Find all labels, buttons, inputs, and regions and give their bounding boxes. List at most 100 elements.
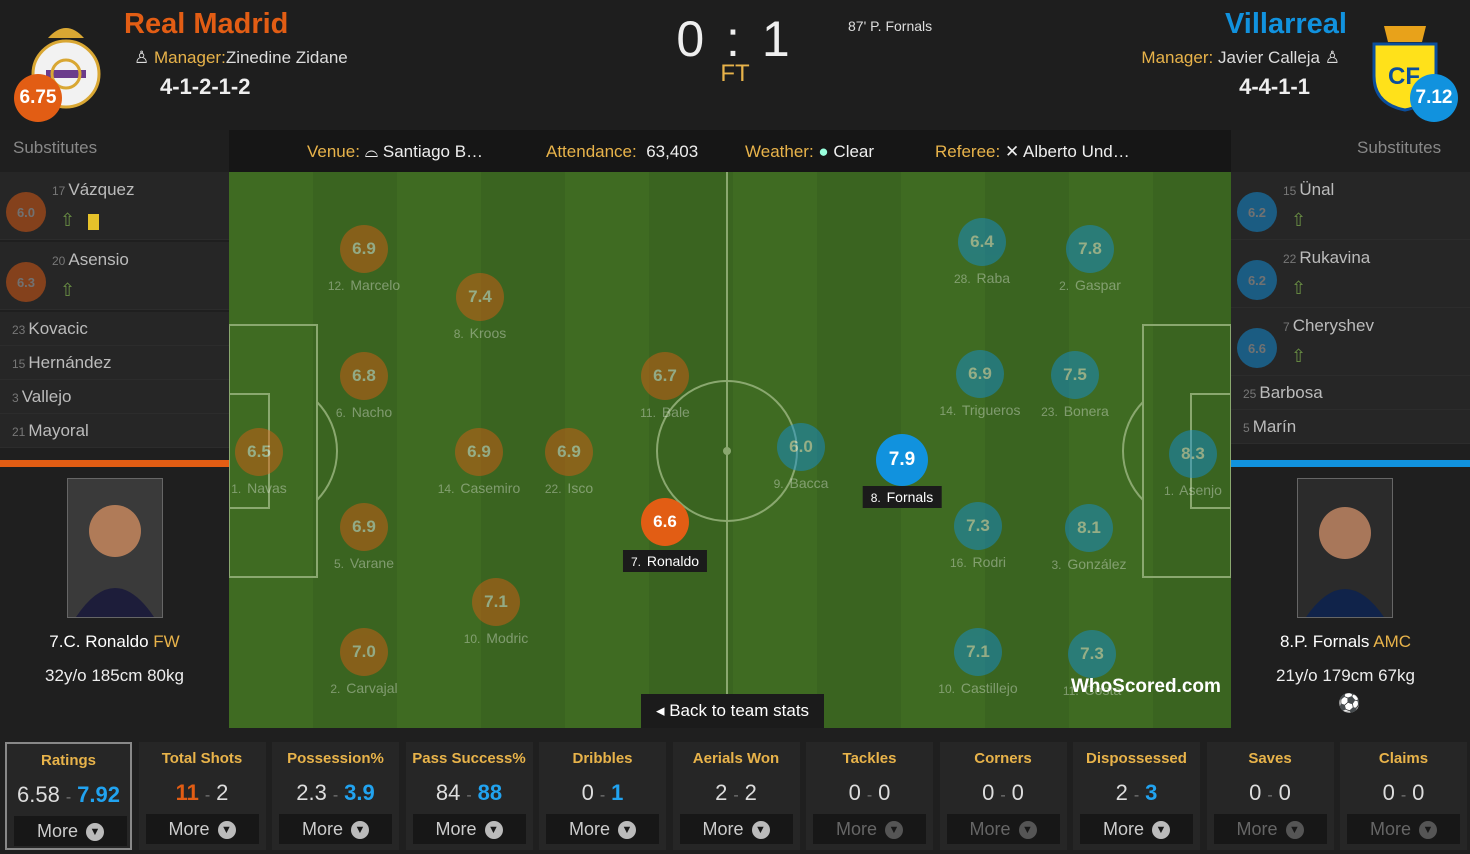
more-button[interactable]: More ▼ [946,814,1060,844]
sub-on-arrow-icon: ⇧ [60,210,76,230]
stat-values: 2.3-3.9 [296,780,375,805]
home-featured-name[interactable]: 7.C. Ronaldo FW [0,632,229,652]
substitute-row[interactable]: 5 Marín [1231,410,1470,444]
home-player[interactable]: 6.9 22. Isco [509,428,629,498]
stat-title: Saves [1248,750,1292,767]
back-to-team-stats-button[interactable]: ◂ Back to team stats [641,694,824,728]
player-rating: 8.3 [1169,430,1217,478]
stat-possession[interactable]: Possession% 2.3-3.9 More ▼ [272,742,399,850]
stat-ratings[interactable]: Ratings 6.58-7.92 More ▼ [5,742,132,850]
stat-values: 2-2 [715,780,757,805]
home-player[interactable]: 7.4 8. Kroos [420,273,540,343]
away-manager: Manager: Javier Calleja ♙ [1141,48,1340,67]
more-button[interactable]: More ▼ [546,814,659,844]
more-button[interactable]: More ▼ [679,814,793,844]
home-subs-header: Substitutes [13,138,98,157]
sub-on-arrow-icon: ⇧ [1291,210,1307,230]
away-featured-name[interactable]: 8.P. Fornals AMC [1231,632,1460,652]
chevron-down-icon: ▼ [1018,821,1037,840]
stat-values: 2-3 [1115,780,1158,805]
pitch: 6.5 1. Navas 6.9 12. Marcelo 6.8 6. Nacho 6.9 5… [229,172,1231,728]
player-rating: 6.9 [545,428,593,476]
match-status: FT [720,60,750,87]
player-rating: 6.7 [641,352,689,400]
player-name: 22. Isco [544,480,594,496]
chevron-down-icon: ▼ [351,821,369,840]
more-button[interactable]: More ▼ [412,814,526,844]
away-player[interactable]: 6.4 28. Raba [922,218,1042,288]
home-player[interactable]: 6.9 12. Marcelo [304,225,424,295]
player-name: 16. Rodri [949,554,1007,570]
stat-title: Claims [1378,750,1429,767]
away-player[interactable]: 6.9 14. Trigueros [920,350,1040,420]
yellow-card-icon [88,214,99,230]
player-rating: 6.9 [340,225,388,273]
home-player[interactable]: 6.7 11. Bale [605,352,725,422]
player-rating: 6.9 [340,503,388,551]
stat-tackles[interactable]: Tackles 0-0 More ▼ [806,742,933,850]
stat-title: Possession% [287,750,384,767]
sub-name: 23 Kovacic [12,319,88,338]
home-player[interactable]: 6.9 5. Varane [304,503,424,573]
player-rating: 6.8 [340,352,388,400]
substitute-row[interactable]: 6.0 ⇧ 17 Vázquez [0,172,229,240]
chevron-down-icon: ▼ [1419,821,1437,840]
more-button[interactable]: More ▼ [1347,814,1460,844]
substitute-row[interactable]: 6.2 ⇧ 22 Rukavina [1231,240,1470,308]
stat-claims[interactable]: Claims 0-0 More ▼ [1340,742,1467,850]
away-player[interactable]: 7.8 2. Gaspar [1030,225,1150,295]
more-button[interactable]: More ▼ [813,814,926,844]
stat-dispossessed[interactable]: Dispossessed 2-3 More ▼ [1073,742,1200,850]
substitute-row[interactable]: 6.3 ⇧ 20 Asensio [0,242,229,310]
away-player[interactable]: 7.1 10. Castillejo [918,628,1038,698]
home-player[interactable]: 7.1 10. Modric [436,578,556,648]
player-rating: 7.8 [1066,225,1114,273]
more-button[interactable]: More ▼ [145,814,259,844]
more-button[interactable]: More ▼ [279,814,392,844]
stat-title: Total Shots [161,750,243,767]
stat-total-shots[interactable]: Total Shots 11-2 More ▼ [138,742,266,850]
more-button[interactable]: More ▼ [14,816,127,846]
more-button[interactable]: More ▼ [1213,814,1327,844]
substitute-row[interactable]: 3 Vallejo [0,380,229,414]
stat-corners[interactable]: Corners 0-0 More ▼ [939,742,1067,850]
sub-rating: 6.6 [1237,328,1277,368]
player-rating: 6.9 [455,428,503,476]
more-button[interactable]: More ▼ [1080,814,1193,844]
home-player[interactable]: 7.0 2. Carvajal [304,628,424,698]
sub-name: 15 Hernández [12,353,112,372]
away-player[interactable]: 8.3 1. Asenjo [1133,430,1231,500]
player-rating: 7.3 [1068,630,1116,678]
substitute-row[interactable]: 23 Kovacic [0,312,229,346]
player-name: 12. Marcelo [327,277,401,293]
substitute-row[interactable]: 6.2 ⇧ 15 Ünal [1231,172,1470,240]
away-player[interactable]: 6.0 9. Bacca [741,423,861,493]
stat-dribbles[interactable]: Dribbles 0-1 More ▼ [539,742,666,850]
home-player[interactable]: 6.5 1. Navas [229,428,319,498]
home-player[interactable]: 6.8 6. Nacho [304,352,424,422]
substitute-row[interactable]: 25 Barbosa [1231,376,1470,410]
player-rating: 6.0 [777,423,825,471]
player-rating: 7.0 [340,628,388,676]
away-team-name[interactable]: Villarreal [1225,8,1347,41]
stadium-icon: ⌓ [364,142,379,161]
chevron-down-icon: ▼ [751,821,770,840]
player-rating: 7.1 [472,578,520,626]
manager-icon: ♙ [1324,48,1340,67]
stat-aerials-won[interactable]: Aerials Won 2-2 More ▼ [672,742,800,850]
substitute-row[interactable]: 6.6 ⇧ 7 Cheryshev [1231,308,1470,376]
player-name: 6. Nacho [335,404,393,420]
player-rating: 6.5 [235,428,283,476]
home-player[interactable]: 6.6 7. Ronaldo [605,498,725,572]
substitute-row[interactable]: 21 Mayoral [0,414,229,448]
chevron-down-icon: ▼ [1285,821,1304,840]
sub-rating: 6.2 [1237,260,1277,300]
stat-saves[interactable]: Saves 0-0 More ▼ [1206,742,1334,850]
home-player-photo [67,478,163,618]
away-player[interactable]: 7.3 16. Rodri [918,502,1038,572]
away-player[interactable]: 8.1 3. González [1029,504,1149,574]
stat-pass-success[interactable]: Pass Success% 84-88 More ▼ [405,742,533,850]
stat-values: 11-2 [175,780,229,805]
home-team-name[interactable]: Real Madrid [124,8,288,41]
substitute-row[interactable]: 15 Hernández [0,346,229,380]
